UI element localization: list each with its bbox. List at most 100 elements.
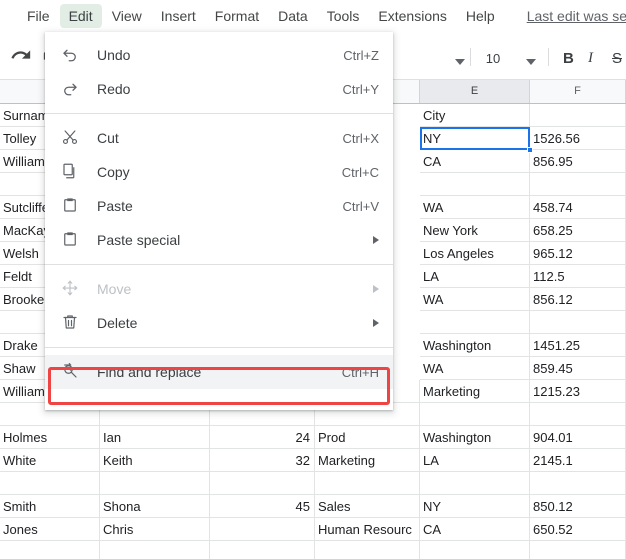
fill-handle[interactable] [527, 147, 533, 153]
menu-item-find-and-replace[interactable]: Find and replace Ctrl+H [45, 355, 393, 389]
menu-format[interactable]: Format [206, 4, 268, 28]
menu-item-redo-label: Redo [97, 81, 331, 97]
cell-e17[interactable] [420, 472, 530, 495]
cell-e10[interactable] [420, 311, 530, 334]
menu-item-delete[interactable]: Delete [45, 306, 393, 340]
cell-d17[interactable] [315, 472, 420, 495]
move-icon [61, 279, 85, 299]
bold-button[interactable]: B [563, 50, 574, 67]
cell-e9[interactable]: WA [420, 288, 530, 311]
edit-menu-dropdown[interactable]: Undo Ctrl+Z Redo Ctrl+Y Cut Ctrl+X [45, 32, 393, 410]
cell-f20[interactable] [530, 541, 626, 559]
menu-item-redo[interactable]: Redo Ctrl+Y [45, 72, 393, 106]
cell-a20[interactable] [0, 541, 100, 559]
cell-f6[interactable]: 658.25 [530, 219, 626, 242]
cell-e19[interactable]: CA [420, 518, 530, 541]
cell-e3[interactable]: CA [420, 150, 530, 173]
menu-edit[interactable]: Edit [60, 4, 102, 28]
menu-view[interactable]: View [103, 4, 151, 28]
cell-f18[interactable]: 850.12 [530, 495, 626, 518]
cell-f11[interactable]: 1451.25 [530, 334, 626, 357]
cell-c17[interactable] [210, 472, 315, 495]
cell-e1[interactable]: City [420, 104, 530, 127]
cell-e2[interactable]: NY [420, 127, 530, 150]
cell-b18[interactable]: Shona [100, 495, 210, 518]
cell-d20[interactable] [315, 541, 420, 559]
menu-tools[interactable]: Tools [318, 4, 369, 28]
cell-f14[interactable] [530, 403, 626, 426]
cell-c16[interactable]: 32 [210, 449, 315, 472]
cell-e18[interactable]: NY [420, 495, 530, 518]
toolbar-divider-1 [470, 48, 471, 66]
cell-b20[interactable] [100, 541, 210, 559]
cell-f1[interactable] [530, 104, 626, 127]
cell-e20[interactable] [420, 541, 530, 559]
submenu-arrow-icon [373, 285, 379, 293]
chevron-down-icon-size[interactable] [526, 59, 536, 65]
menu-extensions[interactable]: Extensions [369, 4, 455, 28]
cell-f15[interactable]: 904.01 [530, 426, 626, 449]
cell-f4[interactable] [530, 173, 626, 196]
cell-e11[interactable]: Washington [420, 334, 530, 357]
cell-f8[interactable]: 112.5 [530, 265, 626, 288]
menu-item-cut[interactable]: Cut Ctrl+X [45, 121, 393, 155]
cell-c15[interactable]: 24 [210, 426, 315, 449]
cell-f3[interactable]: 856.95 [530, 150, 626, 173]
cell-f16[interactable]: 2145.1 [530, 449, 626, 472]
cell-e8[interactable]: LA [420, 265, 530, 288]
menu-item-copy[interactable]: Copy Ctrl+C [45, 155, 393, 189]
cell-a17[interactable] [0, 472, 100, 495]
cell-e15[interactable]: Washington [420, 426, 530, 449]
cell-b15[interactable]: Ian [100, 426, 210, 449]
cell-b16[interactable]: Keith [100, 449, 210, 472]
cell-c20[interactable] [210, 541, 315, 559]
cell-d18[interactable]: Sales [315, 495, 420, 518]
menu-item-paste[interactable]: Paste Ctrl+V [45, 189, 393, 223]
menu-insert[interactable]: Insert [152, 4, 205, 28]
redo-icon[interactable] [10, 44, 34, 68]
cell-c19[interactable] [210, 518, 315, 541]
cell-e14[interactable] [420, 403, 530, 426]
cell-a18[interactable]: Smith [0, 495, 100, 518]
column-header-f[interactable]: F [530, 80, 626, 103]
cell-f10[interactable] [530, 311, 626, 334]
cell-e5[interactable]: WA [420, 196, 530, 219]
cell-f2[interactable]: 1526.56 [530, 127, 626, 150]
chevron-down-icon-font[interactable] [455, 59, 465, 65]
cell-e13[interactable]: Marketing [420, 380, 530, 403]
last-edit-status[interactable]: Last edit was seco [527, 8, 626, 24]
cell-b19[interactable]: Chris [100, 518, 210, 541]
cell-e6[interactable]: New York [420, 219, 530, 242]
cell-c18[interactable]: 45 [210, 495, 315, 518]
cell-e4[interactable] [420, 173, 530, 196]
strikethrough-button[interactable]: S [612, 50, 622, 67]
font-size-value[interactable]: 10 [480, 51, 506, 66]
cell-f12[interactable]: 859.45 [530, 357, 626, 380]
cell-a16[interactable]: White [0, 449, 100, 472]
cell-f7[interactable]: 965.12 [530, 242, 626, 265]
menu-file[interactable]: File [18, 4, 59, 28]
cell-f19[interactable]: 650.52 [530, 518, 626, 541]
menu-item-paste-special[interactable]: Paste special [45, 223, 393, 257]
cell-b17[interactable] [100, 472, 210, 495]
cell-d19[interactable]: Human Resourc [315, 518, 420, 541]
menu-help[interactable]: Help [457, 4, 504, 28]
menu-item-undo[interactable]: Undo Ctrl+Z [45, 38, 393, 72]
italic-button[interactable]: I [588, 50, 593, 67]
cell-f5[interactable]: 458.74 [530, 196, 626, 219]
cell-e12[interactable]: WA [420, 357, 530, 380]
cell-a15[interactable]: Holmes [0, 426, 100, 449]
cell-d16[interactable]: Marketing [315, 449, 420, 472]
cell-f13[interactable]: 1215.23 [530, 380, 626, 403]
column-header-e[interactable]: E [420, 80, 530, 103]
cell-e16[interactable]: LA [420, 449, 530, 472]
cell-d15[interactable]: Prod [315, 426, 420, 449]
cell-f9[interactable]: 856.12 [530, 288, 626, 311]
undo-icon [61, 45, 85, 65]
copy-icon [61, 162, 85, 182]
cell-e7[interactable]: Los Angeles [420, 242, 530, 265]
redo-icon [61, 79, 85, 99]
cell-f17[interactable] [530, 472, 626, 495]
menu-data[interactable]: Data [269, 4, 317, 28]
cell-a19[interactable]: Jones [0, 518, 100, 541]
